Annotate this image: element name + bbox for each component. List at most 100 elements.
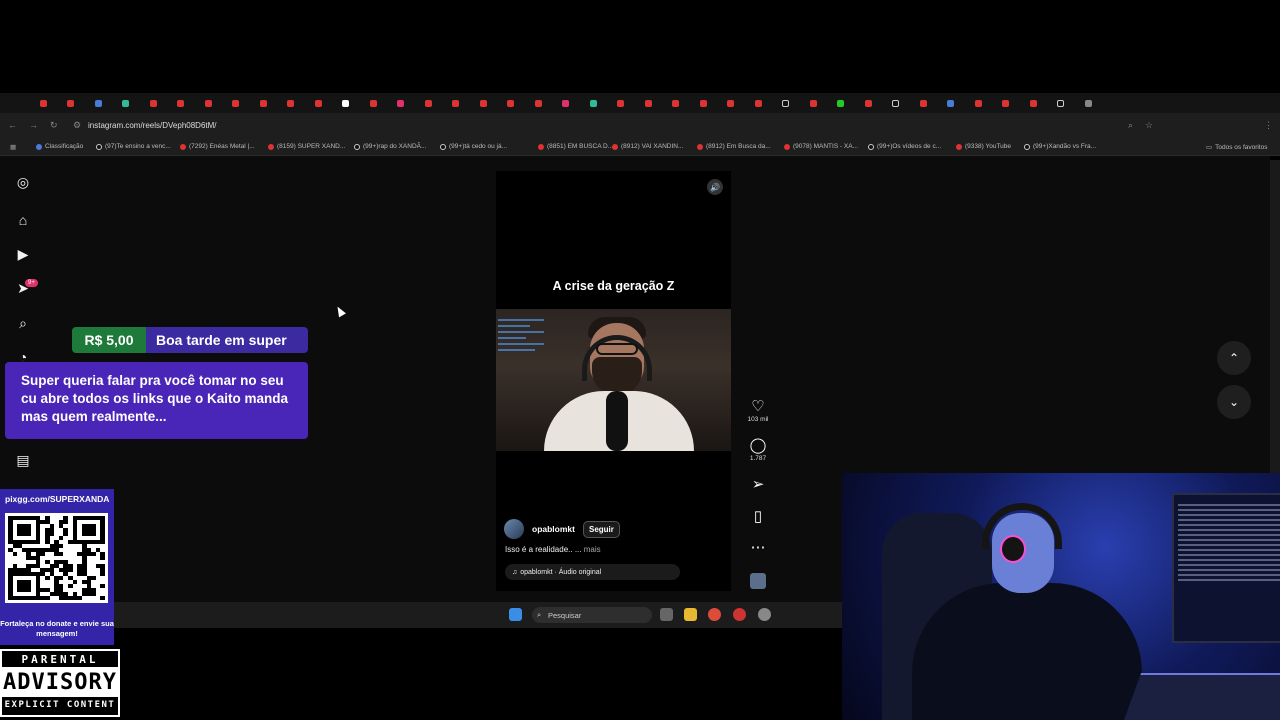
instagram-logo-icon[interactable]: ◎ [14, 173, 32, 191]
volume-icon[interactable]: 🔊 [707, 179, 723, 195]
browser-tab[interactable] [1020, 97, 1046, 110]
windows-start-icon[interactable] [509, 608, 522, 621]
zoom-icon[interactable]: ⌕ [1128, 120, 1133, 131]
more-icon[interactable]: ⋯ [746, 540, 770, 556]
menu-icon[interactable]: ⋮ [1264, 120, 1273, 131]
audio-link[interactable]: ♫ opablomkt · Áudio original [505, 564, 680, 580]
browser-tab[interactable] [58, 97, 84, 110]
bookmark-item[interactable]: (99+)rap do XANDÃ... [354, 143, 426, 150]
forward-icon[interactable]: → [29, 120, 38, 130]
browser-tab[interactable] [223, 97, 249, 110]
browser-tab[interactable] [580, 97, 606, 110]
next-reel-button[interactable]: ⌄ [1217, 385, 1251, 419]
author-row: opablomkt Seguir [504, 519, 620, 539]
more-action[interactable]: ⋯ [746, 540, 770, 556]
url-field[interactable]: instagram.com/reels/DVeph08D6tM/ [88, 121, 217, 130]
browser-tab[interactable] [965, 97, 991, 110]
bookmark-star-icon[interactable]: ☆ [1145, 120, 1153, 131]
browser-tab[interactable] [113, 97, 139, 110]
follow-button[interactable]: Seguir [582, 520, 620, 538]
all-bookmarks-button[interactable]: ▭ Todos os favoritos [1206, 143, 1268, 152]
browser-tab[interactable] [718, 97, 744, 110]
browser-tab[interactable] [333, 97, 359, 110]
browser-tab[interactable] [85, 97, 111, 110]
tab-strip[interactable] [0, 93, 1280, 113]
task-view-icon[interactable] [660, 608, 673, 621]
browser-tab[interactable] [883, 97, 909, 110]
taskbar-search[interactable]: ⌕ Pesquisar [532, 607, 652, 623]
bookmark-label: (97)Te ensino a venc... [105, 143, 171, 150]
browser-tab[interactable] [663, 97, 689, 110]
bookmark-item[interactable]: (9078) MANTIS - XA... [784, 143, 858, 150]
bookmark-item[interactable]: (99+)Os vídeos de c... [868, 143, 941, 150]
browser-tab[interactable] [828, 97, 854, 110]
reels-icon[interactable]: ▶ [14, 245, 32, 263]
chevron-up-icon: ⌃ [1228, 351, 1240, 365]
bookmark-item[interactable]: (7292) Enéas Metal |... [180, 143, 255, 150]
reload-icon[interactable]: ↻ [50, 120, 58, 131]
bookmark-item[interactable]: (97)Te ensino a venc... [96, 143, 171, 150]
heart-icon[interactable]: ♡ [746, 399, 770, 415]
bookmark-item[interactable]: (9338) YouTube [956, 143, 1011, 150]
browser-tab[interactable] [1075, 97, 1101, 110]
browser-tab[interactable] [168, 97, 194, 110]
reel-player[interactable]: 🔊 A crise da geração Z opablomkt Seguir … [496, 171, 731, 591]
browser-tab[interactable] [360, 97, 386, 110]
browser-tab[interactable] [855, 97, 881, 110]
share-action[interactable]: ➢ [746, 477, 770, 493]
author-avatar[interactable] [504, 519, 524, 539]
browser-tab[interactable] [30, 97, 56, 110]
browser-tab[interactable] [910, 97, 936, 110]
browser-tab[interactable] [498, 97, 524, 110]
browser-tab[interactable] [635, 97, 661, 110]
site-info-icon[interactable]: ⚙ [73, 120, 81, 131]
browser-tab[interactable] [800, 97, 826, 110]
search-icon[interactable]: ⌕ [14, 314, 32, 332]
browser-tab[interactable] [305, 97, 331, 110]
browser-tab[interactable] [773, 97, 799, 110]
browser-tab[interactable] [250, 97, 276, 110]
audio-thumbnail[interactable] [750, 573, 766, 589]
bookmark-item[interactable]: (8159) SUPER XAND... [268, 143, 345, 150]
like-action[interactable]: ♡ 103 mil [746, 399, 770, 424]
home-icon[interactable]: ⌂ [14, 211, 32, 229]
bookmark-item[interactable]: Classificação [36, 143, 83, 150]
save-action[interactable]: ▯ [746, 509, 770, 525]
app-icon[interactable] [733, 608, 746, 621]
bookmark-item[interactable]: (99+)Xandão vs Fra... [1024, 143, 1096, 150]
comment-action[interactable]: ◯ 1.787 [746, 438, 770, 463]
chrome-icon[interactable] [708, 608, 721, 621]
settings-icon[interactable] [758, 608, 771, 621]
browser-tab[interactable] [938, 97, 964, 110]
browser-tab[interactable] [745, 97, 771, 110]
browser-tab[interactable] [388, 97, 414, 110]
browser-tab[interactable] [993, 97, 1019, 110]
bookmark-item[interactable]: (8912) VAI XANDIN... [612, 143, 683, 150]
browser-tab[interactable] [415, 97, 441, 110]
dashboard-icon[interactable]: ▤ [14, 451, 32, 469]
browser-tab[interactable] [195, 97, 221, 110]
comment-icon[interactable]: ◯ [746, 438, 770, 454]
apps-icon[interactable]: ▦ [10, 143, 16, 151]
browser-tab[interactable] [443, 97, 469, 110]
browser-tab[interactable] [608, 97, 634, 110]
author-name[interactable]: opablomkt [532, 524, 575, 534]
browser-tab[interactable] [553, 97, 579, 110]
share-icon[interactable]: ➢ [746, 477, 770, 493]
browser-tab[interactable] [140, 97, 166, 110]
bookmark-icon[interactable]: ▯ [746, 509, 770, 525]
bookmark-item[interactable]: (8912) Em Busca da... [697, 143, 771, 150]
browser-tab[interactable] [525, 97, 551, 110]
back-icon[interactable]: ← [8, 120, 17, 130]
browser-tab[interactable] [278, 97, 304, 110]
browser-tab[interactable] [1048, 97, 1074, 110]
previous-reel-button[interactable]: ⌃ [1217, 341, 1251, 375]
bookmark-item[interactable]: (8851) EM BUSCA D... [538, 143, 613, 150]
bookmark-item[interactable]: (99+)tá cedo ou já... [440, 143, 507, 150]
caption-more-link[interactable]: mais [584, 545, 601, 554]
browser-tab[interactable] [690, 97, 716, 110]
browser-tab[interactable] [470, 97, 496, 110]
file-explorer-icon[interactable] [684, 608, 697, 621]
youtube-icon [956, 143, 962, 150]
bookmark-label: (8912) Em Busca da... [706, 143, 771, 150]
